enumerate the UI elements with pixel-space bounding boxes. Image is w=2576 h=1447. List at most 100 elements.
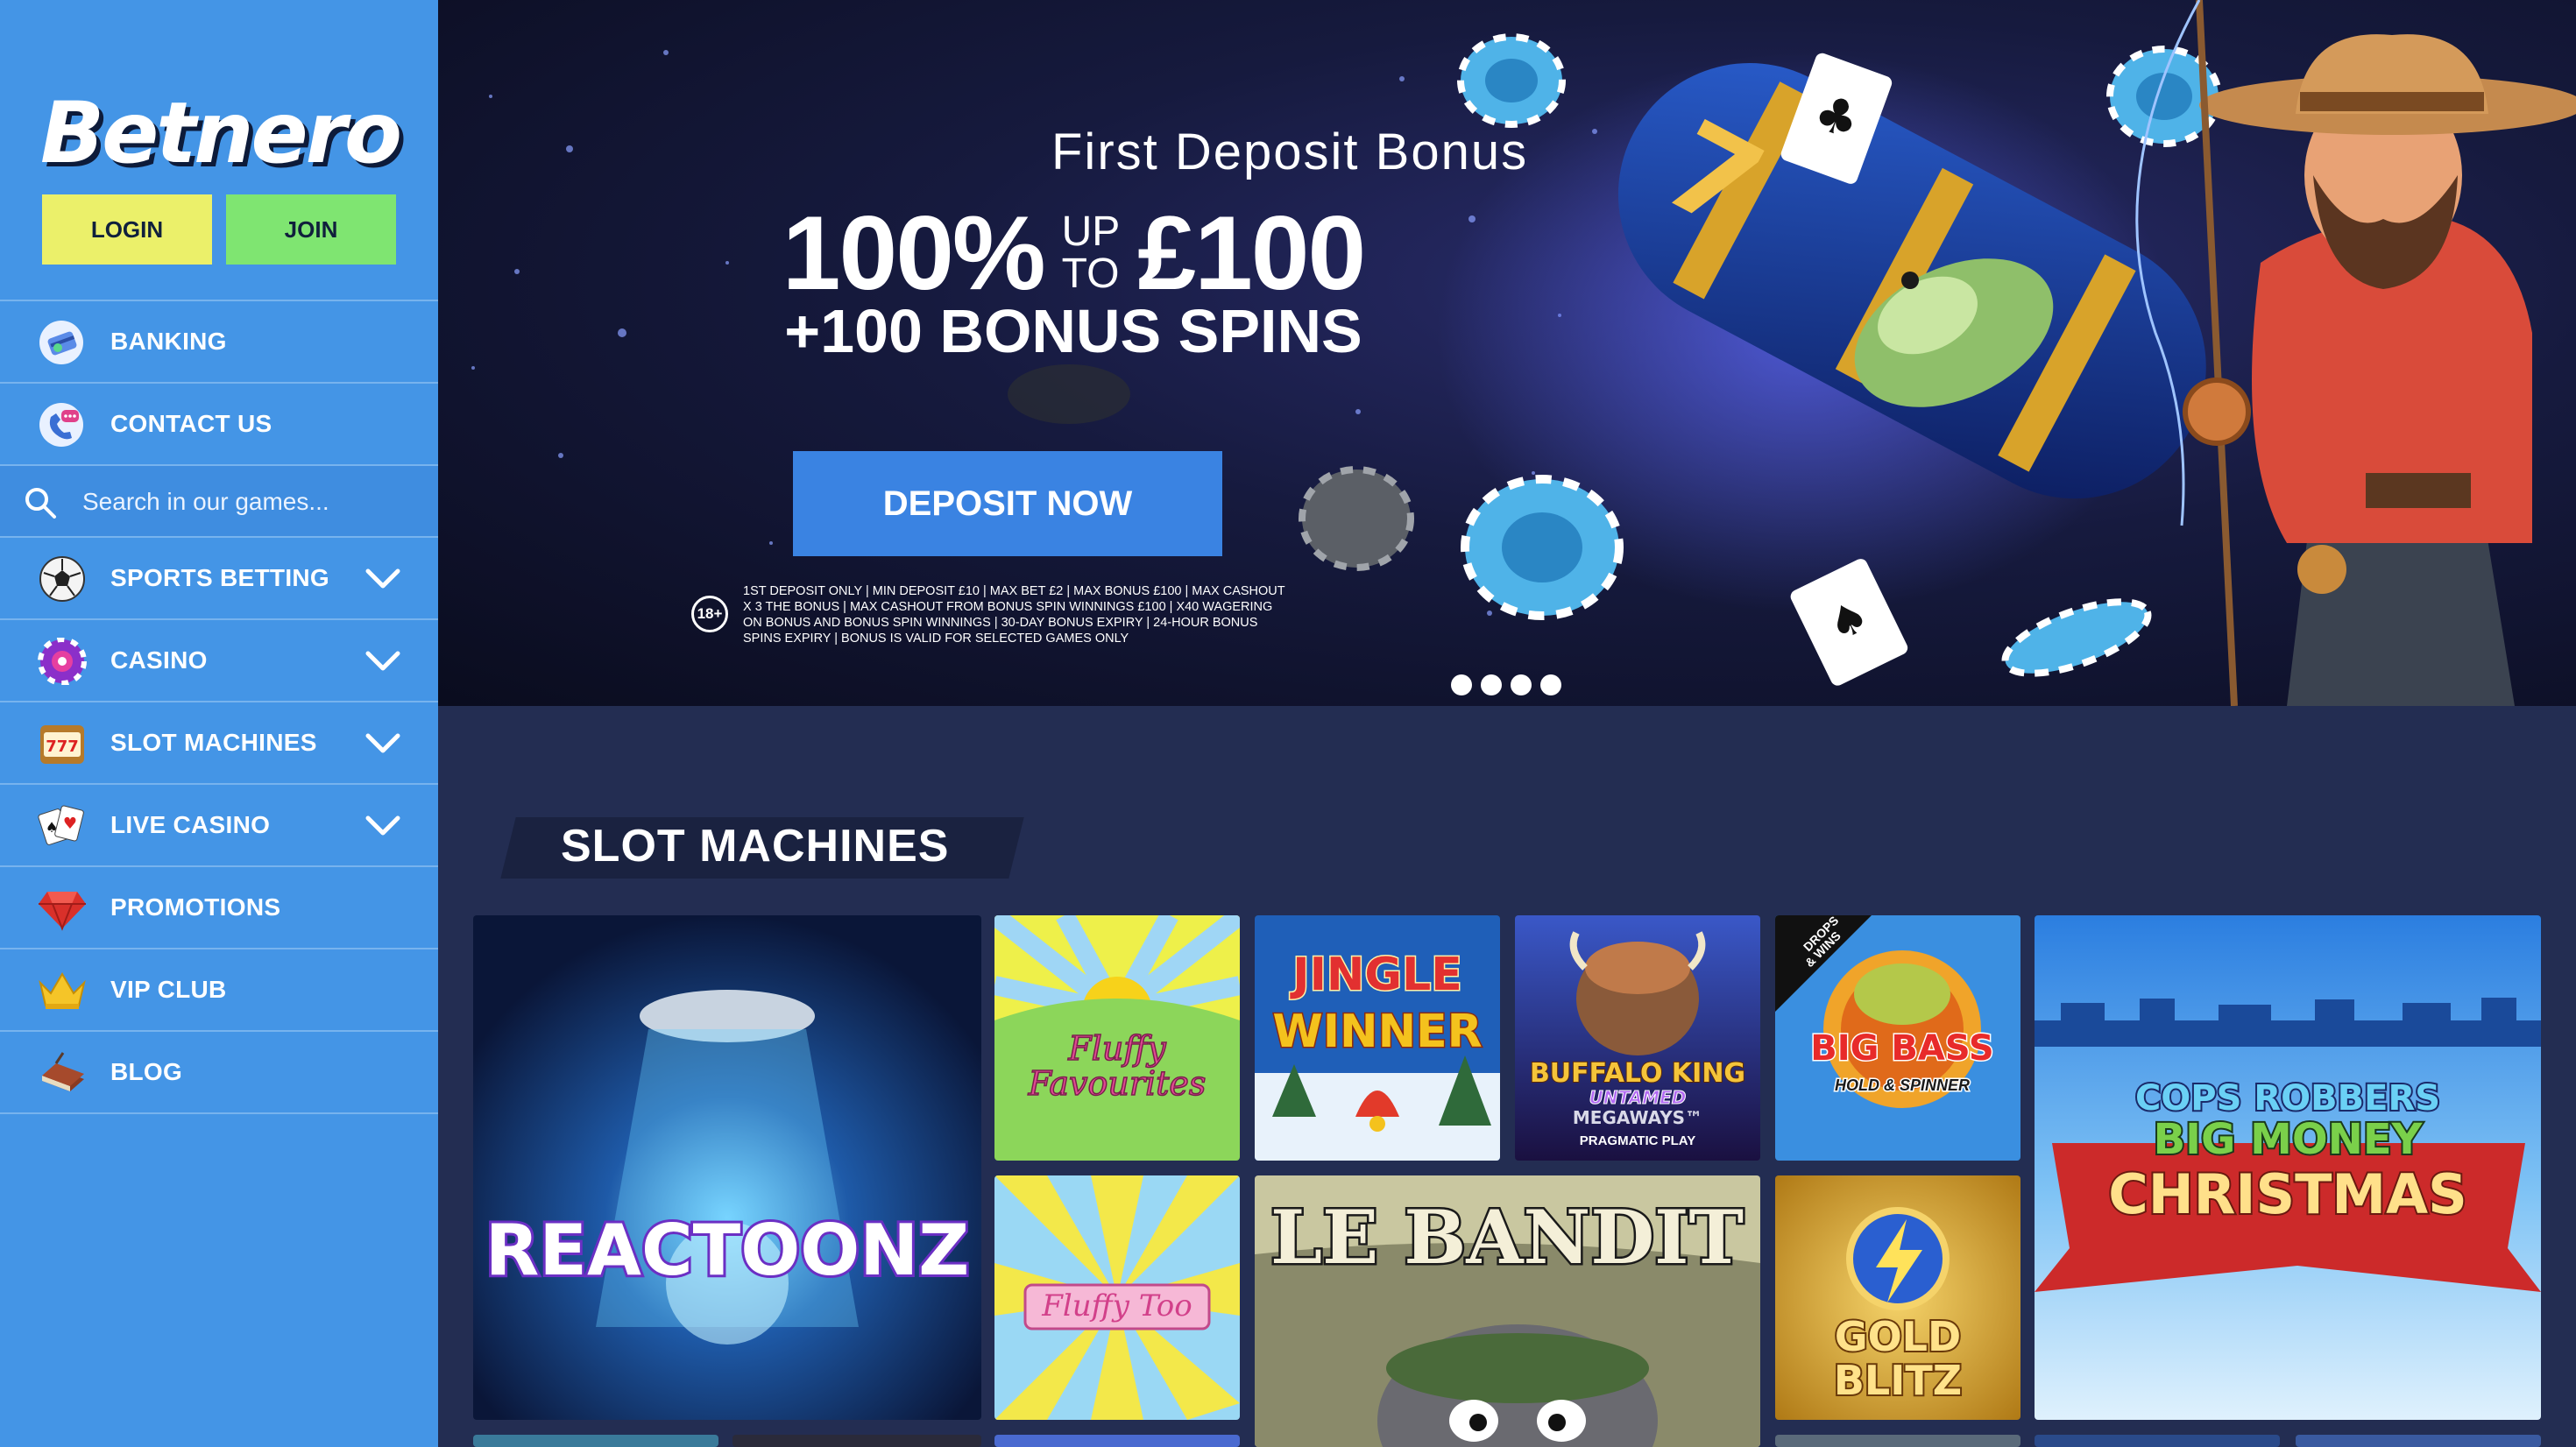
gem-icon (37, 885, 88, 932)
bonus-terms: 1ST DEPOSIT ONLY | MIN DEPOSIT £10 | MAX… (743, 584, 1285, 646)
game-tile-jingle-winner[interactable]: JINGLE WINNER (1255, 915, 1500, 1161)
sidebar-item-label: SLOT MACHINES (110, 729, 317, 756)
game-title-line-1: BIG BASS (1810, 1028, 1993, 1069)
game-title-line-2: BLITZ (1834, 1357, 1962, 1404)
contact-icon (37, 401, 88, 448)
game-tile-fluffy-favourites[interactable]: Fluffy Favourites (994, 915, 1240, 1161)
sidebar-nav: BANKING CONTACT US SPORTS BETTING (0, 300, 438, 1114)
join-button[interactable]: JOIN (226, 194, 396, 265)
app-root: Betnero LOGIN JOIN BANKING CONTACT US Se… (0, 0, 2576, 1447)
game-tile-partial[interactable] (732, 1435, 981, 1447)
svg-text:♠: ♠ (46, 819, 58, 836)
game-artwork: COPS ROBBERS BIG MONEY CHRISTMAS (2035, 915, 2541, 1420)
sidebar-item-label: CONTACT US (110, 410, 272, 437)
game-tile-partial[interactable] (1775, 1435, 2020, 1447)
game-tile-gold-blitz[interactable]: GOLD BLITZ (1775, 1175, 2020, 1420)
deposit-now-button[interactable]: DEPOSIT NOW (793, 451, 1222, 556)
game-title-line-1: JINGLE (1290, 949, 1462, 1001)
game-tile-le-bandit[interactable]: LE BANDIT (1255, 1175, 1760, 1447)
hero-banner[interactable]: 7 ♣ ♠ First Deposit Bonus 100% UP TO £10… (438, 0, 2576, 706)
sidebar-item-label: SPORTS BETTING (110, 564, 329, 591)
game-title-line-2: WINNER (1272, 1006, 1482, 1058)
game-tile-partial[interactable] (473, 1435, 718, 1447)
sidebar-item-blog[interactable]: BLOG (0, 1030, 438, 1112)
game-artwork: LE BANDIT (1255, 1175, 1760, 1447)
game-artwork: BUFFALO KING UNTAMED MEGAWAYS™ PRAGMATIC… (1515, 915, 1760, 1161)
game-artwork: JINGLE WINNER (1255, 915, 1500, 1161)
sidebar: Betnero LOGIN JOIN BANKING CONTACT US Se… (0, 0, 438, 1447)
chevron-down-icon[interactable] (364, 564, 401, 594)
search-input[interactable] (82, 482, 415, 522)
hero-spins: +100 BONUS SPINS (784, 297, 1362, 365)
book-icon (37, 1049, 88, 1097)
sidebar-item-live-casino[interactable]: ♥ ♠ LIVE CASINO (0, 783, 438, 865)
soccer-ball-icon (37, 555, 88, 603)
banking-icon (37, 319, 88, 366)
game-tile-buffalo-king[interactable]: BUFFALO KING UNTAMED MEGAWAYS™ PRAGMATIC… (1515, 915, 1760, 1161)
sidebar-item-label: PROMOTIONS (110, 893, 281, 921)
section-title[interactable]: SLOT MACHINES (561, 820, 949, 872)
sidebar-item-vip-club[interactable]: VIP CLUB (0, 948, 438, 1030)
game-title-line-2: Favourites (1028, 1064, 1207, 1103)
svg-text:♥: ♥ (63, 815, 77, 833)
chevron-down-icon[interactable] (364, 646, 401, 676)
login-button[interactable]: LOGIN (42, 194, 212, 265)
game-tile-partial[interactable] (2296, 1435, 2541, 1447)
game-title: Fluffy Too (1041, 1288, 1192, 1323)
sidebar-item-banking[interactable]: BANKING (0, 300, 438, 382)
auth-buttons: LOGIN JOIN (42, 194, 396, 265)
nav-divider (0, 1112, 438, 1114)
game-tile-partial[interactable] (994, 1435, 1240, 1447)
sidebar-item-label: LIVE CASINO (110, 811, 271, 838)
hero-up-to: UP TO (1062, 211, 1121, 295)
search-bar (0, 464, 438, 536)
game-title-line-1: GOLD (1835, 1313, 1961, 1360)
carousel-dot-2[interactable] (1481, 674, 1502, 695)
sidebar-item-label: VIP CLUB (110, 976, 227, 1003)
game-title-line-3: CHRISTMAS (2108, 1162, 2466, 1226)
game-artwork: GOLD BLITZ (1775, 1175, 2020, 1420)
carousel-dot-1[interactable] (1451, 674, 1472, 695)
playing-cards-icon: ♥ ♠ (37, 802, 88, 850)
hero-subtitle: First Deposit Bonus (1051, 124, 1529, 180)
sidebar-item-contact[interactable]: CONTACT US (0, 382, 438, 464)
slot-machine-icon: 777 (37, 720, 88, 767)
carousel-dot-4[interactable] (1540, 674, 1561, 695)
game-title-line-1: COPS ROBBERS (2135, 1078, 2440, 1119)
game-tile-reactoonz[interactable]: REACTOONZ (473, 915, 981, 1420)
sidebar-item-label: CASINO (110, 646, 208, 674)
game-artwork: DROPS & WINS BIG BASS HOLD & SPINNER (1775, 915, 2020, 1161)
chevron-down-icon[interactable] (364, 811, 401, 841)
crown-icon (37, 967, 88, 1014)
site-logo[interactable]: Betnero (40, 84, 402, 182)
hero-to: TO (1061, 251, 1120, 297)
carousel-dot-3[interactable] (1511, 674, 1532, 695)
sidebar-item-label: BANKING (110, 328, 227, 355)
game-title: LE BANDIT (1270, 1194, 1744, 1281)
sidebar-item-label: BLOG (110, 1058, 183, 1085)
game-title-line-3: MEGAWAYS™ (1573, 1107, 1702, 1128)
age-restriction-badge: 18+ (691, 596, 728, 632)
chevron-down-icon[interactable] (364, 729, 401, 759)
game-tile-fluffy-too[interactable]: Fluffy Too (994, 1175, 1240, 1420)
game-artwork: Fluffy Favourites (994, 915, 1240, 1161)
sidebar-item-casino[interactable]: CASINO (0, 618, 438, 701)
game-title-line-1: Fluffy (1067, 1029, 1166, 1068)
game-title-line-2: BIG MONEY (2154, 1115, 2424, 1164)
game-tile-partial[interactable] (2035, 1435, 2280, 1447)
game-provider: PRAGMATIC PLAY (1580, 1133, 1696, 1148)
sidebar-item-slot-machines[interactable]: 777 SLOT MACHINES (0, 701, 438, 783)
game-tile-big-bass[interactable]: DROPS & WINS BIG BASS HOLD & SPINNER (1775, 915, 2020, 1161)
game-artwork: REACTOONZ (473, 915, 981, 1420)
game-tile-cops-robbers-christmas[interactable]: COPS ROBBERS BIG MONEY CHRISTMAS (2035, 915, 2541, 1420)
game-title-line-1: BUFFALO KING (1530, 1058, 1745, 1089)
sidebar-item-promotions[interactable]: PROMOTIONS (0, 865, 438, 948)
sidebar-item-sports-betting[interactable]: SPORTS BETTING (0, 536, 438, 618)
carousel-dots (1451, 674, 1561, 695)
game-title: REACTOONZ (485, 1210, 969, 1291)
hero-up: UP (1061, 208, 1121, 255)
casino-chip-icon (37, 638, 88, 685)
svg-text:777: 777 (46, 738, 79, 756)
game-title-line-2: HOLD & SPINNER (1835, 1076, 1970, 1094)
search-icon (23, 485, 58, 520)
